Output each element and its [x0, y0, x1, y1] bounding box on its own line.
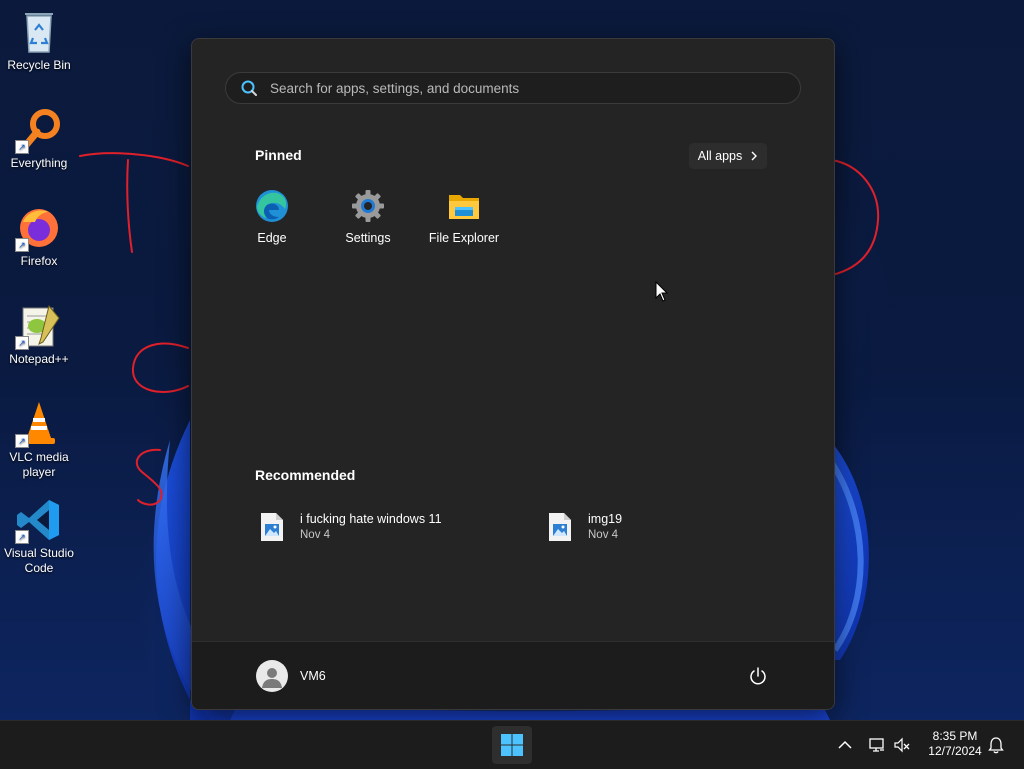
power-icon[interactable] — [748, 666, 768, 686]
recycle-bin-icon — [15, 8, 63, 56]
notepad-plus-plus-icon: ↗ — [15, 302, 63, 350]
pinned-app-edge[interactable]: Edge — [224, 189, 320, 245]
desktop-icon-firefox[interactable]: ↗ Firefox — [2, 204, 76, 269]
desktop-icon-everything[interactable]: ↗ Everything — [2, 106, 76, 171]
pinned-app-label: File Explorer — [428, 231, 500, 245]
start-button[interactable] — [492, 726, 532, 764]
recommended-item[interactable]: i fucking hate windows 11 Nov 4 — [260, 511, 442, 543]
avatar — [256, 660, 288, 692]
user-account-button[interactable]: VM6 — [256, 660, 326, 692]
recommended-item-date: Nov 4 — [300, 529, 331, 541]
system-clock[interactable]: 8:35 PM 12/7/2024 — [918, 729, 992, 759]
folder-icon — [447, 189, 481, 223]
notification-bell-icon[interactable] — [987, 736, 1005, 754]
shortcut-arrow-icon: ↗ — [15, 530, 29, 544]
desktop-icon-label: VLC media player — [9, 450, 69, 479]
pinned-app-label: Edge — [257, 231, 287, 245]
taskbar: 8:35 PM 12/7/2024 — [0, 720, 1024, 769]
pinned-app-settings[interactable]: Settings — [320, 189, 416, 245]
search-icon — [241, 80, 257, 96]
shortcut-arrow-icon: ↗ — [15, 140, 29, 154]
desktop-icon-label: Visual Studio Code — [4, 546, 74, 575]
user-name: VM6 — [300, 669, 326, 683]
pinned-app-label: Settings — [345, 231, 391, 245]
chevron-up-icon[interactable] — [836, 736, 854, 754]
volume-muted-icon[interactable] — [893, 736, 911, 754]
mouse-cursor-icon — [655, 281, 669, 302]
clock-time: 8:35 PM — [932, 729, 978, 743]
desktop-icon-label: Everything — [10, 156, 68, 170]
desktop-icon-label: Recycle Bin — [7, 58, 71, 72]
everything-search-icon: ↗ — [15, 106, 63, 154]
vlc-icon: ↗ — [15, 400, 63, 448]
desktop-icon-label: Notepad++ — [9, 352, 69, 366]
recommended-item-name: img19 — [588, 512, 623, 526]
recommended-item[interactable]: img19 Nov 4 — [548, 511, 622, 543]
desktop-icon-label: Firefox — [20, 254, 58, 268]
search-input[interactable] — [268, 79, 772, 97]
start-menu: Pinned All apps Edge — [191, 38, 835, 710]
recommended-item-date: Nov 4 — [588, 529, 619, 541]
desktop-icon-recycle-bin[interactable]: Recycle Bin — [2, 8, 76, 73]
vscode-icon: ↗ — [15, 496, 63, 544]
pinned-heading: Pinned — [255, 147, 302, 163]
shortcut-arrow-icon: ↗ — [15, 238, 29, 252]
desktop-icon-vscode[interactable]: ↗ Visual Studio Code — [2, 496, 76, 576]
user-icon — [262, 668, 282, 688]
desktop-icon-notepad-plus-plus[interactable]: ↗ Notepad++ — [2, 302, 76, 367]
pinned-app-file-explorer[interactable]: File Explorer — [416, 189, 512, 245]
edge-icon — [255, 189, 289, 223]
shortcut-arrow-icon: ↗ — [15, 336, 29, 350]
windows-logo-icon — [501, 734, 523, 756]
search-box[interactable] — [225, 72, 801, 104]
image-file-icon — [549, 513, 571, 541]
chevron-right-icon — [751, 151, 758, 161]
shortcut-arrow-icon: ↗ — [15, 434, 29, 448]
start-menu-footer: VM6 — [192, 641, 834, 709]
image-file-icon — [261, 513, 283, 541]
settings-gear-icon — [351, 189, 385, 223]
desktop-icon-vlc[interactable]: ↗ VLC media player — [2, 400, 76, 480]
firefox-icon: ↗ — [15, 204, 63, 252]
clock-date: 12/7/2024 — [928, 744, 982, 758]
recommended-item-name: i fucking hate windows 11 — [300, 512, 442, 526]
all-apps-label: All apps — [697, 149, 743, 163]
all-apps-button[interactable]: All apps — [689, 143, 767, 169]
recommended-heading: Recommended — [255, 467, 356, 483]
network-icon[interactable] — [868, 736, 886, 754]
